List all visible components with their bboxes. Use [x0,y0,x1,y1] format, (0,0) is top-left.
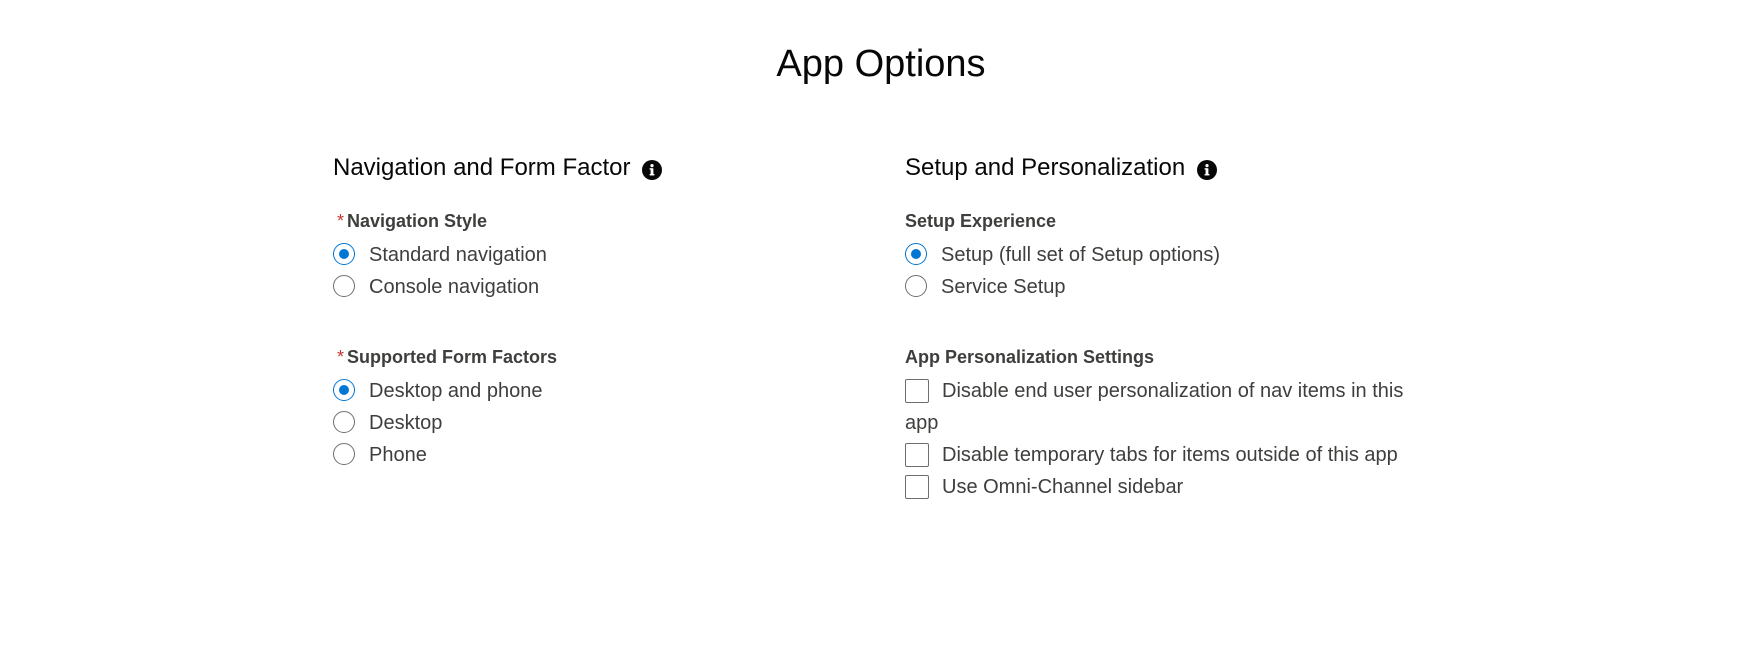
radio-service-setup[interactable]: Service Setup [905,271,1066,303]
section-heading-navigation: Navigation and Form Factor [333,152,853,184]
section-heading-label: Navigation and Form Factor [333,154,631,181]
supported-form-factors-label: * Supported Form Factors [337,347,558,367]
radio-full-setup[interactable]: Setup (full set of Setup options) [905,239,1220,271]
radio-button-checked[interactable] [333,379,355,401]
checkbox-label: Use Omni-Channel sidebar [942,476,1184,498]
page-title: App Options [776,43,986,85]
info-icon[interactable] [1197,159,1218,180]
checkbox-label: Disable end user personalization of nav … [905,380,1404,434]
section-heading-label: Setup and Personalization [905,154,1186,181]
radio-console-navigation[interactable]: Console navigation [333,271,539,303]
setup-experience-label: Setup Experience [905,211,1057,231]
info-icon[interactable] [642,159,663,180]
checkbox-disable-nav-personalization[interactable]: Disable end user personalization of nav … [905,375,1405,439]
radio-button-checked[interactable] [333,243,355,265]
navigation-style-label: * Navigation Style [337,211,488,231]
radio-label: Service Setup [941,276,1066,298]
app-options-page: App Options Navigation and Form Factor *… [0,0,1762,664]
radio-button-checked[interactable] [905,243,927,265]
required-indicator: * [337,211,345,231]
radio-label: Desktop [369,412,443,434]
checkbox-disable-temporary-tabs[interactable]: Disable temporary tabs for items outside… [905,439,1398,471]
checkbox-label: Disable temporary tabs for items outside… [942,444,1398,466]
radio-button[interactable] [333,443,355,465]
app-personalization-settings-label: App Personalization Settings [905,347,1155,367]
checkbox[interactable] [905,379,929,403]
checkbox-omni-channel-sidebar[interactable]: Use Omni-Channel sidebar [905,471,1183,503]
setup-personalization-section: Setup and Personalization Setup Experien… [905,152,1425,499]
navigation-form-factor-section: Navigation and Form Factor * Navigation S… [333,152,853,466]
radio-button[interactable] [905,275,927,297]
radio-label: Setup (full set of Setup options) [941,244,1221,266]
required-indicator: * [337,347,345,367]
radio-button[interactable] [333,411,355,433]
radio-label: Standard navigation [369,244,547,266]
radio-standard-navigation[interactable]: Standard navigation [333,239,547,271]
radio-button[interactable] [333,275,355,297]
checkbox[interactable] [905,475,929,499]
section-heading-setup: Setup and Personalization [905,152,1425,184]
radio-desktop-and-phone[interactable]: Desktop and phone [333,375,542,407]
radio-desktop[interactable]: Desktop [333,407,442,439]
checkbox[interactable] [905,443,929,467]
radio-label: Console navigation [369,276,540,298]
radio-label: Phone [369,444,427,466]
radio-phone[interactable]: Phone [333,439,427,471]
radio-label: Desktop and phone [369,380,543,402]
